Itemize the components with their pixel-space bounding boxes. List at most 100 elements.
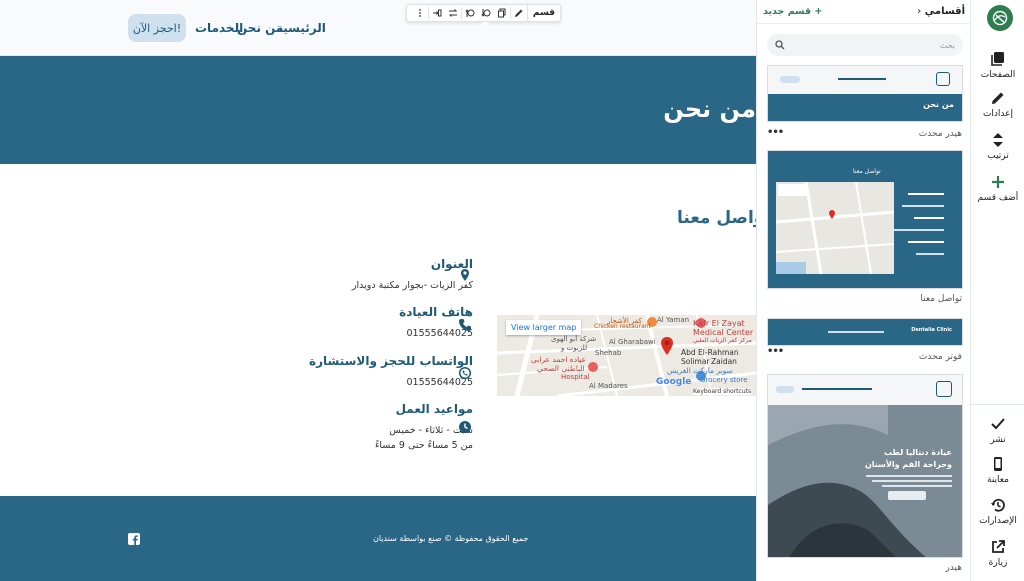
rail-divider [971,404,1024,405]
rail-versions[interactable]: الإصدارات [971,497,1024,526]
contact-section-title: تواصل معنا [677,208,756,228]
tooth-logo-icon [936,72,950,86]
hours-time: من 5 مساءً حتى 9 مساءً [374,440,473,451]
rail-pages[interactable]: الصفحات [971,51,1024,80]
contact-whatsapp: الواتساب للحجز والاستشارة 01555644025 [309,354,473,390]
section-label: فوتر محدث [918,352,962,362]
google-logo: Google [656,377,692,387]
thumb-text-line [894,229,944,231]
site-canvas: الرئيسية من نحن الخدمات احجز الآن! قسم م… [0,0,756,581]
edit-icon[interactable] [511,5,527,21]
thumb-text-line [882,485,952,487]
rail-settings[interactable]: إعدادات [971,90,1024,119]
facebook-icon[interactable] [128,533,140,545]
thumb-text-line [908,193,944,195]
section-thumb-contact[interactable]: تواصل معنا [767,150,963,289]
map-label: عياده احمد عرابى [531,355,587,364]
rail-settings-label: إعدادات [982,109,1014,119]
external-link-icon [992,540,1005,553]
map-label: شركة أبو الهوى [551,335,597,343]
address-value: كفر الزيات -بجوار مكتبة دويدار [351,280,473,291]
whatsapp-value: 01555644025 [406,377,474,388]
rail-visit[interactable]: زيارة [971,539,1024,568]
search-icon [775,40,785,50]
view-larger-map-button[interactable]: View larger map [506,320,582,335]
whatsapp-heading: الواتساب للحجز والاستشارة [309,354,473,368]
plus-icon [992,176,1004,188]
rail-add-section[interactable]: أضف قسم [971,174,1024,203]
map-label: Al Yaman [657,316,690,324]
nav-home[interactable]: الرئيسية [276,21,326,35]
map-keyboard-shortcuts[interactable]: Keyboard shortcuts [693,388,752,395]
move-icon[interactable] [429,5,445,21]
rail-visit-label: زيارة [988,558,1008,568]
section-toolbar: قسم [406,4,561,26]
panel-title-label: أقسامي [924,6,965,17]
section-search-input[interactable]: بحث [767,34,963,56]
sandian-logo-icon[interactable] [987,5,1013,31]
thumb-title: من نحن [923,100,954,109]
location-pin-icon [461,269,469,281]
map-label: Kafr El Zayat [693,319,745,328]
thumb-text-line [916,253,944,255]
nav-about[interactable]: من نحن [237,21,283,35]
whatsapp-icon [458,366,472,380]
more-vertical-icon[interactable] [412,5,428,21]
section-more-button[interactable]: ••• [767,346,784,357]
thumb-text-line [866,475,952,477]
section-thumb-footer-updated[interactable]: Dentalia Clinic [767,318,963,346]
thumb-title: Dentalia Clinic [911,327,952,333]
rail-order[interactable]: ترتيب [971,132,1024,161]
section-label: هيدر [945,563,962,573]
toolbar-section-label: قسم [526,5,560,21]
section-thumb-header-updated[interactable]: من نحن [767,65,963,122]
thumb-title: عيادة دنتاليا لطب وجراحة الفم والأسنان [864,448,952,469]
map-label: Shehab [595,349,622,357]
phone-icon [459,319,471,331]
footer-copyright: جميع الحقوق محفوظة © صنع بواسطة سنديان [373,534,529,543]
toolbar-divider [460,7,462,19]
thumb-text-line [902,205,944,207]
logo-mark [992,10,1008,26]
map-label: مركز كفر الزيات الطبي [693,337,752,344]
move-down-icon[interactable] [478,5,494,21]
thumb-banner: من نحن [768,94,962,121]
editor-rail: الصفحات إعدادات ترتيب أضف قسم نشر معاينة… [970,0,1024,581]
page-banner [0,56,756,164]
site-header[interactable]: الرئيسية من نحن الخدمات احجز الآن! [0,0,756,56]
map-label: Hospital [561,373,590,381]
thumb-cta [780,76,800,83]
panel-header: + قسم جديد أقسامي ‹ [757,0,971,24]
pencil-icon [992,92,1004,104]
panel-title[interactable]: أقسامي ‹ [917,6,965,17]
history-icon [991,498,1005,512]
thumb-cta [776,386,794,393]
contact-address: العنوان كفر الزيات -بجوار مكتبة دويدار [352,257,473,293]
clock-icon [459,421,471,433]
rail-publish[interactable]: نشر [971,416,1024,445]
tooth-logo-icon [936,381,952,397]
move-up-icon[interactable] [462,5,478,21]
rail-preview[interactable]: معاينة [971,456,1024,485]
book-now-button[interactable]: احجز الآن! [128,14,186,42]
thumb-header [768,66,962,94]
hours-heading: مواعيد العمل [395,402,473,416]
section-more-button[interactable]: ••• [767,127,784,138]
nav-services[interactable]: الخدمات [195,21,243,35]
thumb-title: تواصل معنا [853,168,881,175]
section-label: هيدر محدث [918,129,962,139]
check-icon [991,418,1005,430]
section-thumb-header[interactable]: عيادة دنتاليا لطب وجراحة الفم والأسنان [767,374,963,558]
swap-icon[interactable] [445,5,461,21]
new-section-button[interactable]: + قسم جديد [763,6,822,17]
rail-pages-label: الصفحات [980,70,1016,80]
search-placeholder: بحث [939,40,955,50]
thumb-nav [838,78,886,80]
chevron-right-icon: ‹ [917,6,925,17]
map-label: Chicken restaurant [594,323,651,330]
thumb-map-card [778,184,808,196]
rail-publish-label: نشر [990,435,1006,445]
book-now-label: احجز الآن! [132,21,182,35]
copy-icon[interactable] [494,5,510,21]
new-section-label: قسم جديد [763,6,812,17]
